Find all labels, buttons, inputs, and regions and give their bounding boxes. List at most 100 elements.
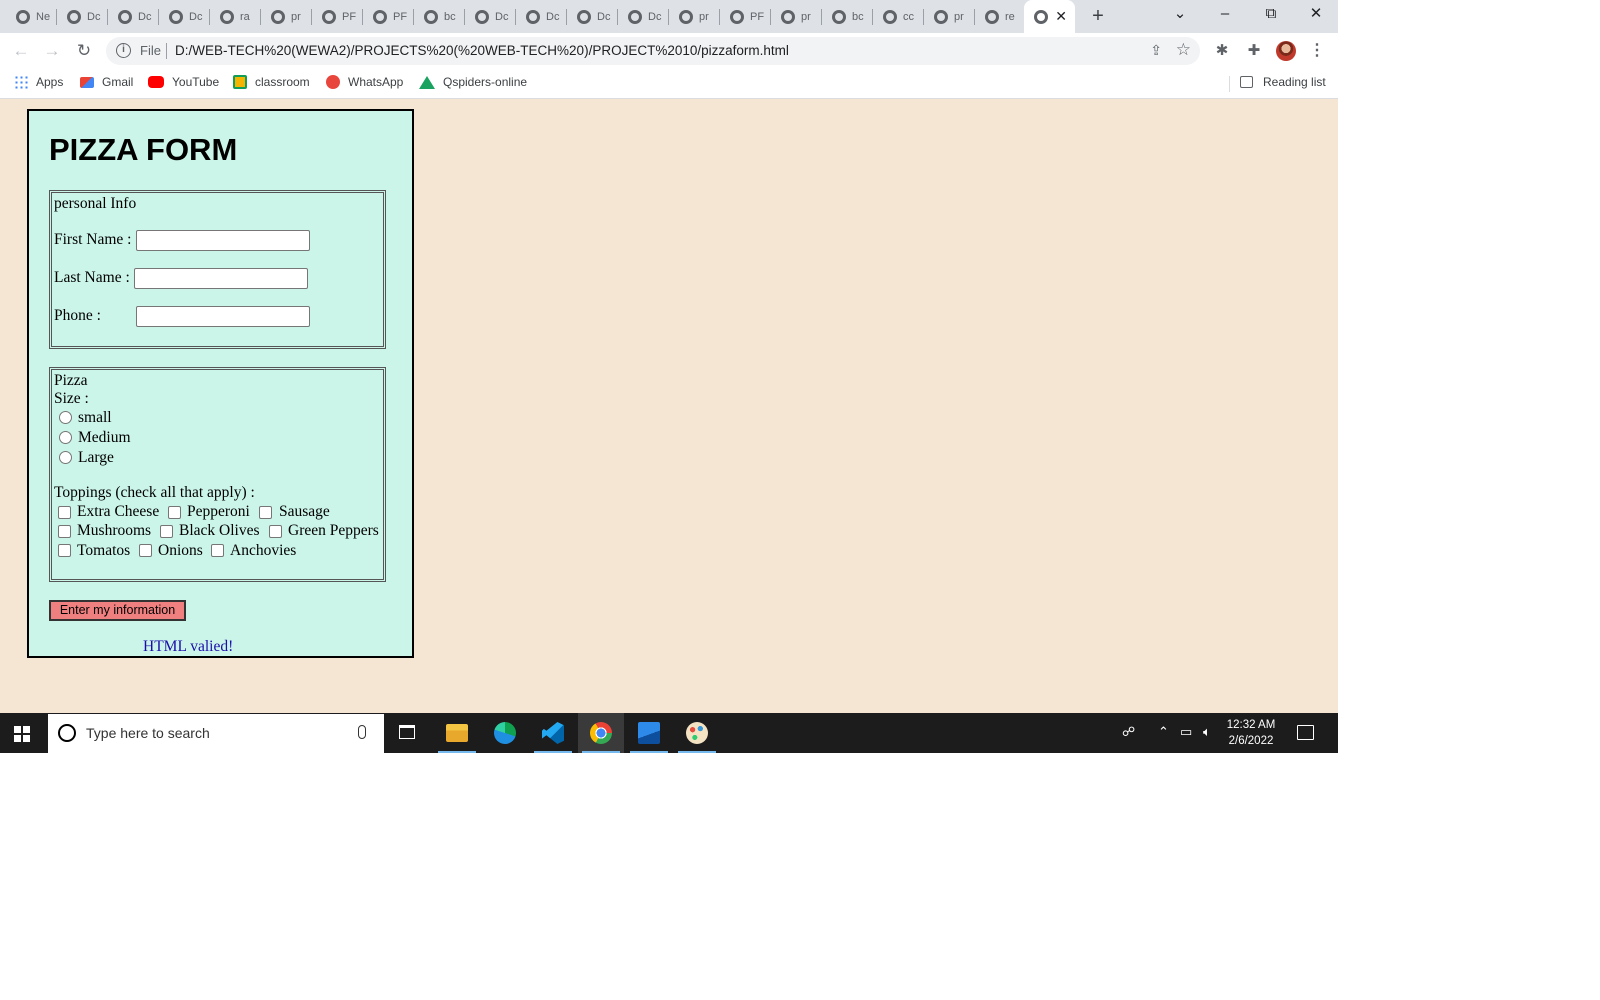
extensions-puzzle-icon[interactable]: ✚ (1244, 41, 1264, 61)
globe-icon (628, 9, 642, 24)
browser-tab[interactable]: Dc (516, 0, 567, 33)
globe-icon (985, 9, 999, 24)
last-name-label: Last Name : (54, 269, 130, 286)
windows-start-icon[interactable] (14, 726, 30, 742)
html-valid-link[interactable]: HTML valied! (143, 638, 233, 656)
globe-icon (730, 9, 744, 24)
minimize-button[interactable]: – (1202, 0, 1248, 30)
bookmark-star-icon[interactable]: ☆ (1176, 40, 1191, 60)
globe-icon (169, 9, 183, 24)
page-title: PIZZA FORM (49, 132, 238, 167)
topping-checkbox-black-olives[interactable] (160, 525, 173, 538)
new-tab-button[interactable]: + (1086, 4, 1110, 28)
bookmark-whatsapp[interactable]: WhatsApp (326, 75, 403, 89)
last-name-input[interactable] (134, 268, 308, 289)
battery-icon[interactable]: ▭ (1180, 724, 1192, 740)
topping-checkbox-pepperoni[interactable] (168, 506, 181, 519)
browser-tab[interactable]: Dc (465, 0, 516, 33)
taskbar-search-placeholder: Type here to search (86, 725, 210, 741)
vscode-icon[interactable] (530, 713, 576, 753)
bookmark-classroom[interactable]: classroom (233, 75, 310, 89)
taskbar-search-box[interactable]: Type here to search (48, 714, 384, 753)
task-view-icon[interactable] (384, 713, 430, 753)
browser-tab[interactable]: pr (261, 0, 312, 33)
browser-tab[interactable]: Dc (57, 0, 108, 33)
url-text[interactable]: D:/WEB-TECH%20(WEWA2)/PROJECTS%20(%20WEB… (175, 43, 789, 58)
toppings-label: Toppings (check all that apply) : (54, 484, 255, 501)
browser-tab[interactable]: Dc (108, 0, 159, 33)
forward-button[interactable]: → (40, 39, 64, 63)
browser-tab[interactable]: PF (720, 0, 771, 33)
size-radio-large[interactable] (59, 451, 72, 464)
page-viewport: PIZZA FORM personal Info First Name : La… (0, 100, 1338, 713)
tab-search-button[interactable]: ⌄ (1157, 0, 1203, 30)
back-button[interactable]: ← (9, 39, 33, 63)
bookmark-qspiders[interactable]: Qspiders-online (419, 75, 527, 89)
pizza-legend: Pizza (54, 372, 88, 389)
globe-icon (883, 9, 897, 24)
topping-label: Tomatos (77, 542, 131, 559)
close-tab-icon[interactable]: ✕ (1055, 8, 1067, 25)
topping-checkbox-green-peppers[interactable] (269, 525, 282, 538)
browser-tab[interactable]: pr (669, 0, 720, 33)
bookmark-gmail[interactable]: Gmail (80, 75, 133, 89)
chrome-icon[interactable] (578, 713, 624, 753)
show-hidden-icons-chevron-icon[interactable]: ⌃ (1158, 724, 1169, 740)
phone-input[interactable] (136, 306, 310, 327)
topping-checkbox-sausage[interactable] (259, 506, 272, 519)
browser-tab[interactable]: PF (312, 0, 363, 33)
windows-taskbar: Type here to search ☍ ⌃ ▭ 🔈︎ 12:32 AM 2/… (0, 713, 1338, 753)
file-explorer-icon[interactable] (434, 713, 480, 753)
browser-tab[interactable]: pr (771, 0, 822, 33)
topping-checkbox-anchovies[interactable] (211, 544, 224, 557)
photos-icon[interactable] (626, 713, 672, 753)
close-window-button[interactable]: ✕ (1293, 0, 1338, 30)
topping-checkbox-onions[interactable] (139, 544, 152, 557)
browser-tab[interactable]: PF (363, 0, 414, 33)
more-menu-icon[interactable]: ⋮ (1307, 41, 1327, 61)
browser-tab[interactable]: Dc (567, 0, 618, 33)
browser-tab[interactable]: pr (924, 0, 975, 33)
globe-icon (832, 9, 846, 24)
apps-grid-icon (14, 75, 28, 89)
reload-button[interactable]: ↻ (72, 39, 96, 63)
size-label-large: Large (78, 449, 114, 466)
volume-icon[interactable]: 🔈︎ (1203, 724, 1211, 740)
paint-icon[interactable] (674, 713, 720, 753)
browser-tab-active[interactable]: ✕ (1024, 0, 1075, 33)
topping-checkbox-tomatos[interactable] (58, 544, 71, 557)
browser-tab[interactable]: Ne (6, 0, 57, 33)
browser-tab[interactable]: bc (822, 0, 873, 33)
microphone-icon[interactable] (358, 725, 366, 739)
personal-info-fieldset: personal Info First Name : Last Name : P… (49, 190, 386, 349)
topping-label: Pepperoni (187, 503, 250, 520)
topping-checkbox-extra-cheese[interactable] (58, 506, 71, 519)
topping-checkbox-mushrooms[interactable] (58, 525, 71, 538)
site-info-icon[interactable]: i (116, 43, 131, 58)
browser-tab[interactable]: bc (414, 0, 465, 33)
browser-tab[interactable]: Dc (618, 0, 669, 33)
taskbar-clock[interactable]: 12:32 AM 2/6/2022 (1222, 717, 1280, 749)
restore-button[interactable]: ⧉ (1248, 0, 1294, 30)
edge-icon[interactable] (482, 713, 528, 753)
browser-tab[interactable]: re (975, 0, 1026, 33)
size-radio-small[interactable] (59, 411, 72, 424)
bookmark-youtube[interactable]: YouTube (148, 75, 219, 89)
share-icon[interactable]: ⇪ (1150, 42, 1162, 59)
browser-tab[interactable]: Dc (159, 0, 210, 33)
first-name-input[interactable] (136, 230, 310, 251)
action-center-icon[interactable] (1297, 725, 1314, 740)
browser-tab[interactable]: ra (210, 0, 261, 33)
reading-list-button[interactable]: Reading list (1240, 75, 1326, 89)
submit-button[interactable]: Enter my information (49, 600, 186, 621)
browser-tab[interactable]: cc (873, 0, 924, 33)
size-radio-medium[interactable] (59, 431, 72, 444)
bookmark-apps[interactable]: Apps (14, 75, 63, 89)
globe-icon (577, 9, 591, 24)
extension-bug-icon[interactable]: ✱ (1212, 41, 1232, 61)
people-icon[interactable]: ☍ (1122, 724, 1135, 740)
globe-icon (118, 9, 132, 24)
bookmarks-divider (1229, 76, 1230, 92)
profile-avatar[interactable] (1276, 41, 1296, 61)
address-bar[interactable]: i File D:/WEB-TECH%20(WEWA2)/PROJECTS%20… (106, 37, 1200, 65)
